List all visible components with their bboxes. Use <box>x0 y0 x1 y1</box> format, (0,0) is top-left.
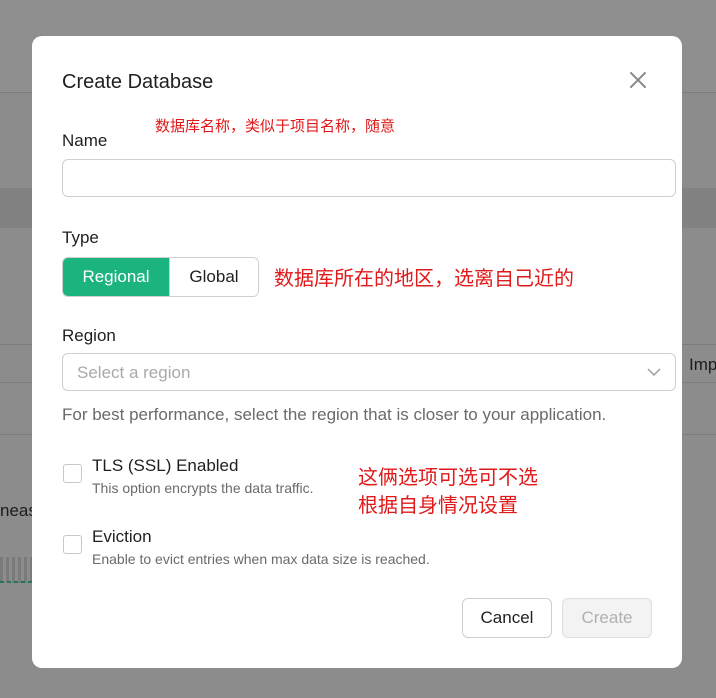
close-icon[interactable] <box>627 69 649 91</box>
chevron-down-icon <box>647 368 661 376</box>
region-placeholder: Select a region <box>77 363 191 382</box>
eviction-option-description: Enable to evict entries when max data si… <box>92 551 430 567</box>
tls-option-title: TLS (SSL) Enabled <box>92 456 239 475</box>
tls-checkbox[interactable] <box>63 464 82 483</box>
tls-option-description: This option encrypts the data traffic. <box>92 480 314 496</box>
type-label: Type <box>62 228 99 247</box>
region-select[interactable]: Select a region <box>62 353 676 391</box>
type-selector: Regional Global <box>62 257 259 297</box>
bg-chart-bars <box>0 557 32 583</box>
bg-column-header: Imp <box>689 355 716 374</box>
eviction-checkbox[interactable] <box>63 535 82 554</box>
eviction-option-title: Eviction <box>92 527 152 546</box>
create-button[interactable]: Create <box>562 598 652 638</box>
name-annotation: 数据库名称，类似于项目名称，随意 <box>155 118 396 135</box>
name-input[interactable] <box>62 159 676 197</box>
cancel-button[interactable]: Cancel <box>462 598 552 638</box>
type-annotation: 数据库所在的地区，选离自己近的 <box>274 268 574 290</box>
type-option-regional[interactable]: Regional <box>63 258 169 296</box>
options-annotation-line1: 这俩选项可选可不选 <box>358 467 538 489</box>
region-help-text: For best performance, select the region … <box>62 405 607 424</box>
bg-chart-line <box>0 581 32 583</box>
options-annotation-line2: 根据自身情况设置 <box>358 495 518 517</box>
dialog-title: Create Database <box>62 71 214 93</box>
close-icon-svg <box>630 72 646 88</box>
region-label: Region <box>62 326 116 345</box>
type-option-global[interactable]: Global <box>169 258 258 296</box>
name-label: Name <box>62 131 108 150</box>
create-database-dialog: Create Database 数据库名称，类似于项目名称，随意 Name Ty… <box>32 36 682 668</box>
